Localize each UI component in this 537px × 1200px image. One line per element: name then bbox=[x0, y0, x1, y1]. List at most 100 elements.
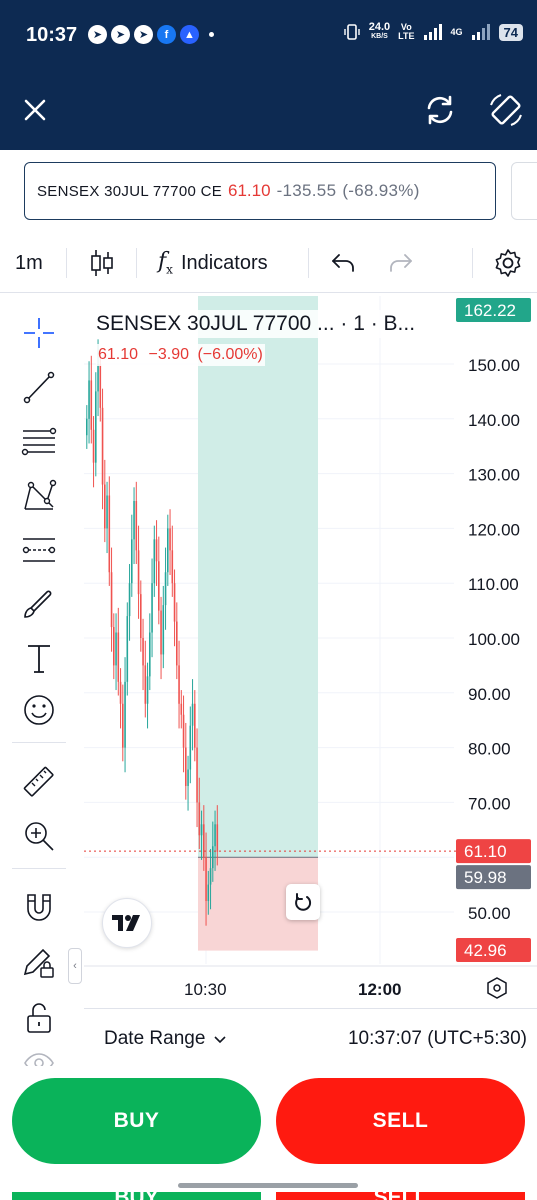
zoom-tool[interactable] bbox=[19, 816, 59, 856]
magnet-tool[interactable] bbox=[19, 888, 59, 928]
smiley-icon bbox=[24, 695, 54, 725]
chart-legend-values: 61.10 −3.90 (−6.00%) bbox=[96, 344, 265, 366]
gesture-bar bbox=[178, 1183, 358, 1188]
visibility-tool[interactable] bbox=[19, 1046, 59, 1066]
target-zone bbox=[198, 296, 318, 858]
settings-button[interactable] bbox=[492, 238, 524, 288]
chevron-down-icon bbox=[214, 1036, 226, 1044]
reset-icon bbox=[295, 893, 312, 911]
text-tool[interactable] bbox=[19, 638, 59, 678]
symbol-quote-box[interactable]: SENSEX 30JUL 77700 CE 61.10 -135.55 (-68… bbox=[24, 162, 496, 220]
candle-body bbox=[176, 621, 178, 666]
axis-settings-icon-center bbox=[493, 984, 501, 992]
target-price-badge: 162.22 bbox=[464, 301, 516, 320]
candle-body bbox=[117, 632, 120, 682]
telegram-icon: ➤ bbox=[88, 25, 107, 44]
candle-body bbox=[124, 681, 126, 748]
candle-body bbox=[144, 665, 147, 704]
gear-icon bbox=[495, 249, 521, 277]
notification-icons: ➤ ➤ ➤ f ▲ bbox=[88, 25, 214, 44]
fib-lines-icon bbox=[21, 427, 57, 456]
timezone-readout[interactable]: 10:37:07 (UTC+5:30) bbox=[348, 1028, 527, 1050]
price-axis-label: 90.00 bbox=[468, 685, 511, 704]
axis-settings-icon bbox=[487, 977, 507, 999]
candle-body bbox=[122, 703, 124, 748]
undo-button[interactable] bbox=[330, 238, 356, 288]
candle-body bbox=[128, 583, 131, 617]
candle-body bbox=[194, 703, 196, 748]
candle-body bbox=[180, 703, 183, 715]
measure-tool[interactable] bbox=[19, 762, 59, 802]
symbol-name: SENSEX 30JUL 77700 CE bbox=[37, 182, 223, 200]
legend-change-pct: (−6.00%) bbox=[197, 346, 263, 363]
lock-all-tool[interactable] bbox=[19, 998, 59, 1038]
candle-body bbox=[187, 769, 189, 786]
drawing-toolbar bbox=[0, 296, 78, 1066]
buy-button-peek: BUY bbox=[12, 1192, 261, 1200]
candle-body bbox=[178, 665, 180, 704]
candle-body bbox=[212, 846, 214, 869]
candle-body bbox=[205, 857, 207, 902]
candle-body bbox=[135, 501, 138, 551]
pencil-lock-icon bbox=[23, 948, 54, 978]
symbol-price: 61.10 bbox=[228, 181, 271, 200]
candle-body bbox=[133, 501, 135, 540]
horizontal-lines-tool[interactable] bbox=[19, 422, 59, 462]
candle-body bbox=[203, 824, 205, 858]
reset-position-button[interactable] bbox=[286, 884, 320, 920]
collapse-toolbar-tab[interactable]: ‹ bbox=[68, 948, 82, 984]
buy-button[interactable]: BUY bbox=[12, 1078, 261, 1164]
candle-body bbox=[162, 605, 165, 655]
candle-body bbox=[160, 610, 162, 655]
forecast-tool[interactable] bbox=[19, 530, 59, 570]
lock-drawing-tool[interactable] bbox=[19, 942, 59, 982]
zoom-in-icon bbox=[25, 822, 54, 851]
indicators-button[interactable]: fx Indicators bbox=[158, 238, 268, 288]
rotate-screen-icon bbox=[490, 94, 522, 126]
candle-body bbox=[216, 824, 219, 852]
candle-body bbox=[207, 884, 210, 902]
candle-body bbox=[214, 824, 216, 847]
crosshair-tool[interactable] bbox=[19, 313, 59, 353]
network-type: 4G bbox=[450, 26, 463, 37]
candle-body bbox=[97, 364, 99, 392]
candle-body bbox=[104, 484, 106, 529]
trendline-tool[interactable] bbox=[19, 367, 59, 407]
candle-body bbox=[101, 407, 104, 485]
candle-body bbox=[155, 539, 158, 562]
pattern-tool[interactable] bbox=[19, 476, 59, 516]
toolbar-separator bbox=[12, 868, 66, 869]
candle-body bbox=[164, 572, 167, 606]
toolbar-divider bbox=[308, 248, 309, 278]
candle-body bbox=[99, 364, 102, 408]
candle-body bbox=[153, 539, 156, 584]
interval-button[interactable]: 1m bbox=[15, 238, 43, 288]
time-axis-label: 12:00 bbox=[358, 980, 401, 999]
battery-level: 74 bbox=[498, 23, 523, 41]
redo-button[interactable] bbox=[388, 238, 414, 288]
candle-body bbox=[106, 495, 108, 529]
brush-tool[interactable] bbox=[19, 584, 59, 624]
date-range-button[interactable]: Date Range bbox=[104, 1028, 227, 1050]
candle-body bbox=[119, 681, 122, 704]
chart-type-button[interactable] bbox=[90, 238, 114, 288]
close-icon bbox=[24, 99, 46, 121]
signal-icon-2 bbox=[471, 24, 490, 40]
emoji-tool[interactable] bbox=[19, 690, 59, 730]
candle-body bbox=[137, 550, 140, 595]
pattern-icon bbox=[24, 479, 57, 510]
candle-body bbox=[167, 528, 169, 573]
stop-price-badge: 42.96 bbox=[464, 941, 507, 960]
network-speed: 24.0 KB/S bbox=[368, 21, 391, 41]
sell-button[interactable]: SELL bbox=[276, 1078, 525, 1164]
rotate-screen-button[interactable] bbox=[484, 88, 528, 132]
refresh-icon bbox=[427, 95, 453, 125]
facebook-icon: f bbox=[157, 25, 176, 44]
candle-body bbox=[126, 616, 129, 682]
close-button[interactable] bbox=[13, 88, 57, 132]
undo-icon bbox=[332, 254, 354, 272]
tradingview-logo[interactable] bbox=[102, 898, 152, 948]
next-symbol-box[interactable] bbox=[511, 162, 537, 220]
refresh-button[interactable] bbox=[418, 88, 462, 132]
entry-price-badge: 59.98 bbox=[464, 868, 507, 887]
